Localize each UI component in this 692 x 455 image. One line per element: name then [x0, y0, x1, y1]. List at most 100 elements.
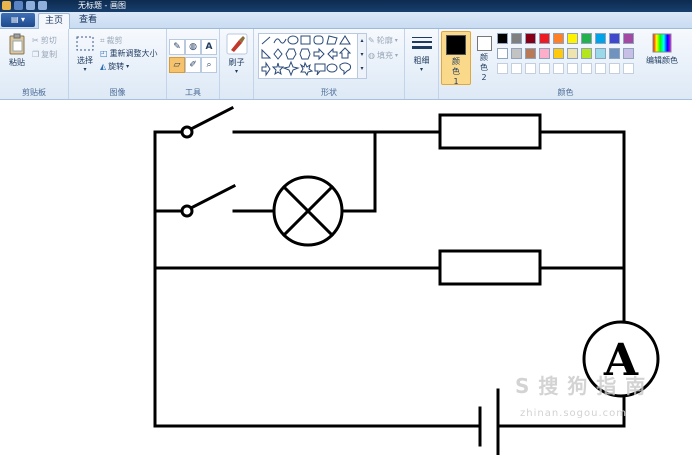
brushes-label: 刷子: [228, 58, 245, 67]
palette-swatch[interactable]: [623, 33, 634, 44]
palette-swatch[interactable]: [609, 33, 620, 44]
palette-swatch[interactable]: [525, 33, 536, 44]
colors-group: 颜色 1 颜色 2 编辑颜色 颜色: [439, 29, 692, 99]
clipboard-group: 粘贴 ✂ 剪切 ❐ 复制 剪贴板: [0, 29, 69, 99]
copy-button[interactable]: ❐ 复制: [32, 49, 57, 60]
outline-label: 轮廓: [376, 36, 393, 45]
redo-icon[interactable]: [38, 1, 47, 10]
palette-swatch[interactable]: [497, 63, 508, 74]
resize-button[interactable]: ◰ 重新调整大小: [100, 48, 158, 59]
tab-view[interactable]: 查看: [72, 13, 104, 28]
palette-swatch[interactable]: [567, 48, 578, 59]
color-palette: [497, 33, 642, 79]
palette-swatch[interactable]: [609, 63, 620, 74]
resize-label: 重新调整大小: [109, 49, 158, 58]
paste-label: 粘贴: [9, 58, 25, 67]
shapes-gallery[interactable]: [258, 33, 358, 79]
app-menu-button[interactable]: ▤ ▾: [1, 13, 35, 27]
palette-swatch[interactable]: [595, 63, 606, 74]
scissors-icon: ✂: [32, 36, 39, 45]
palette-swatch[interactable]: [553, 63, 564, 74]
color2-swatch: [476, 36, 492, 51]
select-button[interactable]: 选择 ▾: [73, 35, 97, 73]
window-title: 无标题 - 画图: [78, 1, 126, 10]
palette-swatch[interactable]: [595, 33, 606, 44]
paste-button[interactable]: 粘贴: [4, 33, 30, 68]
palette-swatch[interactable]: [511, 48, 522, 59]
size-button[interactable]: 粗细 ▾: [409, 35, 434, 73]
palette-swatch[interactable]: [497, 48, 508, 59]
palette-swatch[interactable]: [595, 48, 606, 59]
tab-home[interactable]: 主页: [38, 13, 70, 29]
palette-swatch[interactable]: [623, 63, 634, 74]
pencil-icon[interactable]: ✎: [169, 39, 185, 55]
brushes-group: 刷子 ▾: [220, 29, 254, 99]
shapes-group: ▴ ▾ ▾ ✎ 轮廓 ▾ ◍ 填充 ▾ 形状: [254, 29, 405, 99]
palette-swatch[interactable]: [539, 48, 550, 59]
palette-swatch[interactable]: [581, 63, 592, 74]
resistor-1: [438, 113, 542, 150]
crop-button[interactable]: ⌗ 裁剪: [100, 35, 123, 46]
palette-swatch[interactable]: [581, 48, 592, 59]
clipboard-group-label: 剪贴板: [22, 88, 46, 97]
watermark-url: zhinan.sogou.com: [520, 408, 628, 419]
ribbon-tab-row: ▤ ▾ 主页 查看: [0, 12, 692, 29]
palette-swatch[interactable]: [581, 33, 592, 44]
color-spectrum-icon: [652, 33, 672, 53]
cut-button[interactable]: ✂ 剪切: [32, 35, 57, 46]
watermark-logo: S 搜 狗 指 南: [515, 374, 647, 398]
color1-swatch: [446, 35, 466, 55]
undo-icon[interactable]: [26, 1, 35, 10]
resistor-2: [438, 249, 542, 286]
colors-group-label: 颜色: [557, 88, 574, 97]
switch-1-blade: [188, 105, 235, 132]
color1-label: 颜色 1: [452, 57, 460, 86]
color1-button[interactable]: 颜色 1: [441, 31, 471, 86]
tools-group-label: 工具: [185, 88, 201, 97]
image-group-label: 图像: [109, 88, 126, 97]
fill-label: 填充: [376, 51, 393, 60]
palette-swatch[interactable]: [511, 63, 522, 74]
palette-swatch[interactable]: [567, 33, 578, 44]
palette-swatch[interactable]: [539, 33, 550, 44]
drawing-canvas[interactable]: A S 搜 狗 指 南 zhinan.sogou.com: [0, 100, 692, 455]
title-bar: 无标题 - 画图: [0, 0, 692, 12]
color2-button[interactable]: 颜色 2: [472, 31, 496, 83]
palette-swatch[interactable]: [539, 63, 550, 74]
palette-swatch[interactable]: [497, 33, 508, 44]
palette-swatch[interactable]: [623, 48, 634, 59]
crop-label: 裁剪: [106, 36, 123, 45]
circuit-drawing[interactable]: A: [0, 100, 692, 455]
color2-label: 颜色 2: [480, 53, 488, 82]
palette-swatch[interactable]: [567, 63, 578, 74]
palette-swatch[interactable]: [609, 48, 620, 59]
select-label: 选择: [77, 56, 93, 65]
palette-swatch[interactable]: [511, 33, 522, 44]
shapes-scroll[interactable]: ▴ ▾ ▾: [357, 33, 367, 79]
rotate-label: 旋转: [108, 62, 125, 71]
chevron-down-icon: ▾: [126, 63, 130, 70]
rotate-button[interactable]: ◭ 旋转 ▾: [100, 61, 129, 72]
magnifier-icon[interactable]: ⌕: [201, 57, 217, 73]
eraser-icon[interactable]: ▱: [169, 57, 185, 73]
edit-colors-button[interactable]: 编辑颜色: [642, 33, 682, 66]
select-rectangle-icon: [76, 36, 94, 51]
copy-icon: ❐: [32, 50, 40, 59]
copy-label: 复制: [41, 50, 58, 59]
palette-swatch[interactable]: [525, 63, 536, 74]
palette-swatch[interactable]: [525, 48, 536, 59]
paint-app-icon: [2, 1, 11, 10]
ribbon: 粘贴 ✂ 剪切 ❐ 复制 剪贴板 选择 ▾ ⌗ 裁剪 ◰ 重新调整大小 ◭ 旋转…: [0, 29, 692, 100]
outline-button[interactable]: ✎ 轮廓 ▾: [368, 35, 398, 46]
text-tool-icon[interactable]: A: [201, 39, 217, 55]
save-icon[interactable]: [14, 1, 23, 10]
quick-access-toolbar: [2, 1, 47, 10]
crop-icon: ⌗: [100, 35, 105, 45]
palette-swatch[interactable]: [553, 33, 564, 44]
palette-swatch[interactable]: [553, 48, 564, 59]
color-picker-icon[interactable]: ✐: [185, 57, 201, 73]
brushes-button[interactable]: 刷子 ▾: [223, 33, 250, 75]
fill-bucket-icon[interactable]: ◍: [185, 39, 201, 55]
fill-button[interactable]: ◍ 填充 ▾: [368, 50, 398, 61]
resize-icon: ◰: [100, 49, 108, 58]
